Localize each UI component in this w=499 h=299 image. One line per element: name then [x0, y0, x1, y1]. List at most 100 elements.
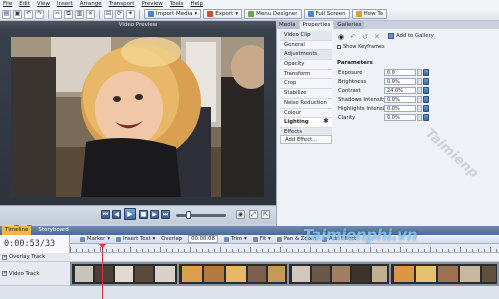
fit-button[interactable]: Fit ▾ — [252, 236, 271, 242]
reset-param-button[interactable] — [423, 69, 429, 76]
trim-button[interactable]: Trim ▾ — [223, 236, 247, 242]
duration-field[interactable]: 00:00:08 — [188, 235, 218, 243]
insert-text-button[interactable]: Insert Text ▾ — [115, 236, 155, 242]
volume-slider-knob[interactable] — [186, 211, 191, 219]
full-screen-button[interactable]: Full Screen — [303, 9, 350, 19]
keyframe-marker-icon[interactable]: ✱ — [323, 117, 329, 125]
folder-icon[interactable]: ▤ — [2, 9, 11, 19]
menu-preview[interactable]: Preview — [141, 1, 162, 7]
visibility-icon[interactable]: ◉ — [338, 33, 344, 41]
param-input-shadows[interactable]: 0.0% — [384, 96, 416, 103]
skip-back-button[interactable]: ⏮ — [101, 210, 110, 219]
delete-icon[interactable]: ✕ — [86, 9, 95, 19]
spinner-icon[interactable] — [417, 87, 422, 94]
stop-button[interactable]: ■ — [139, 210, 148, 219]
tab-timeline[interactable]: Timeline — [2, 226, 32, 235]
rotate-icon[interactable]: ⟳ — [115, 9, 124, 19]
menu-designer-button[interactable]: Menu Designer — [244, 9, 302, 19]
tab-storyboard[interactable]: Storyboard — [35, 226, 71, 235]
tab-properties[interactable]: Properties — [299, 21, 334, 29]
expand-icon[interactable]: + — [2, 271, 7, 276]
param-input-exposure[interactable]: 0.0 — [384, 69, 416, 76]
timeline-ruler[interactable] — [70, 244, 499, 253]
audio-track-area[interactable] — [0, 286, 499, 299]
marker-button[interactable]: Marker ▾ — [80, 236, 110, 242]
camera-icon[interactable]: ◉ — [236, 210, 245, 219]
spinner-icon[interactable] — [417, 78, 422, 85]
spinner-icon[interactable] — [417, 96, 422, 103]
how-to-button[interactable]: How To — [351, 9, 388, 19]
menu-help[interactable]: Help — [190, 1, 203, 7]
overlay-track-header[interactable]: + Overlay Track — [0, 253, 70, 262]
show-keyframes-toggle[interactable]: Show Keyframes — [337, 44, 385, 50]
param-input-highlights[interactable]: 0.0% — [384, 105, 416, 112]
menu-edit[interactable]: Edit — [19, 1, 30, 7]
copy-icon[interactable]: ⧉ — [64, 9, 73, 19]
menu-arrange[interactable]: Arrange — [80, 1, 102, 7]
reset-param-button[interactable] — [423, 87, 429, 94]
fullscreen-icon[interactable]: ⤢ — [249, 210, 258, 219]
list-item-transform[interactable]: Transform — [280, 69, 332, 80]
wand-icon[interactable]: ✦ — [126, 9, 135, 19]
ruler-tick — [334, 249, 335, 252]
spinner-icon[interactable] — [417, 69, 422, 76]
detach-icon[interactable]: ⇱ — [261, 210, 270, 219]
param-input-brightness[interactable]: 0.0% — [384, 78, 416, 85]
video-track-header[interactable]: + Video Track — [0, 262, 70, 286]
volume-slider[interactable] — [176, 214, 226, 217]
spinner-icon[interactable] — [417, 114, 422, 121]
list-item-general[interactable]: General — [280, 40, 332, 51]
play-button[interactable]: ▶ — [124, 208, 136, 220]
overlap-control[interactable]: Overlap — [161, 236, 182, 242]
import-media-button[interactable]: Import Media ▾ — [144, 9, 202, 19]
expand-icon[interactable]: + — [2, 254, 7, 260]
reset-param-button[interactable] — [423, 114, 429, 121]
list-item-adjustments[interactable]: Adjustments — [280, 50, 332, 61]
param-input-contrast[interactable]: 24.0% — [384, 87, 416, 94]
save-icon[interactable]: ▣ — [13, 9, 22, 19]
reset-param-button[interactable] — [423, 78, 429, 85]
fast-forward-button[interactable]: ▶ — [150, 210, 159, 219]
playhead[interactable] — [102, 244, 103, 299]
overlay-track-lane[interactable] — [70, 253, 499, 262]
rewind-button[interactable]: ◀ — [112, 210, 121, 219]
split-icon[interactable]: ⊟ — [104, 9, 113, 19]
keyframes-checkbox[interactable] — [337, 45, 341, 49]
stop-icon: ■ — [140, 210, 147, 218]
export-button[interactable]: Export ▾ — [203, 9, 243, 19]
menu-insert[interactable]: Insert — [57, 1, 73, 7]
menu-view[interactable]: View — [37, 1, 50, 7]
list-item-stabilize[interactable]: Stabilize — [280, 89, 332, 99]
panel-tabs: Media Properties Galleries — [276, 21, 499, 29]
param-input-clarity[interactable]: 0.0% — [384, 114, 416, 121]
ruler-tick — [94, 249, 95, 252]
list-item-opacity[interactable]: Opacity — [280, 60, 332, 70]
paste-icon[interactable]: ▥ — [75, 9, 84, 19]
list-item-noise-reduction[interactable]: Noise Reduction — [280, 98, 332, 109]
menu-file[interactable]: File — [3, 1, 12, 7]
ruler-tick — [130, 247, 131, 252]
video-track-lane[interactable] — [70, 262, 499, 286]
toolbar: ▤ ▣ ↶ ↷ ✂ ⧉ ▥ ✕ ⊟ ⟳ ✦ Import Media ▾ Expo… — [0, 8, 499, 21]
skip-forward-button[interactable]: ⏭ — [161, 210, 170, 219]
redo-icon[interactable]: ↷ — [35, 9, 44, 19]
add-effect-button[interactable]: Add Effect... — [280, 135, 332, 144]
list-item-video-clip[interactable]: Video Clip — [280, 31, 332, 41]
remove-icon[interactable]: ✕ — [374, 33, 380, 41]
undo-icon[interactable]: ↶ — [24, 9, 33, 19]
reset-icon[interactable]: ↺ — [362, 33, 368, 41]
menu-tools[interactable]: Tools — [170, 1, 184, 7]
spinner-icon[interactable] — [417, 105, 422, 112]
tab-galleries[interactable]: Galleries — [334, 21, 365, 29]
toolbar-divider — [48, 9, 49, 19]
cut-icon[interactable]: ✂ — [53, 9, 62, 19]
reset-param-button[interactable] — [423, 105, 429, 112]
tab-media[interactable]: Media — [276, 21, 299, 29]
param-row-brightness: Brightness — [334, 78, 366, 86]
add-to-gallery-button[interactable]: Add to Gallery — [388, 33, 434, 39]
menu-transport[interactable]: Transport — [109, 1, 135, 7]
undo-icon[interactable]: ↶ — [350, 33, 356, 41]
list-item-crop[interactable]: Crop — [280, 79, 332, 90]
reset-param-button[interactable] — [423, 96, 429, 103]
video-clip-thumbnails[interactable] — [70, 262, 499, 286]
